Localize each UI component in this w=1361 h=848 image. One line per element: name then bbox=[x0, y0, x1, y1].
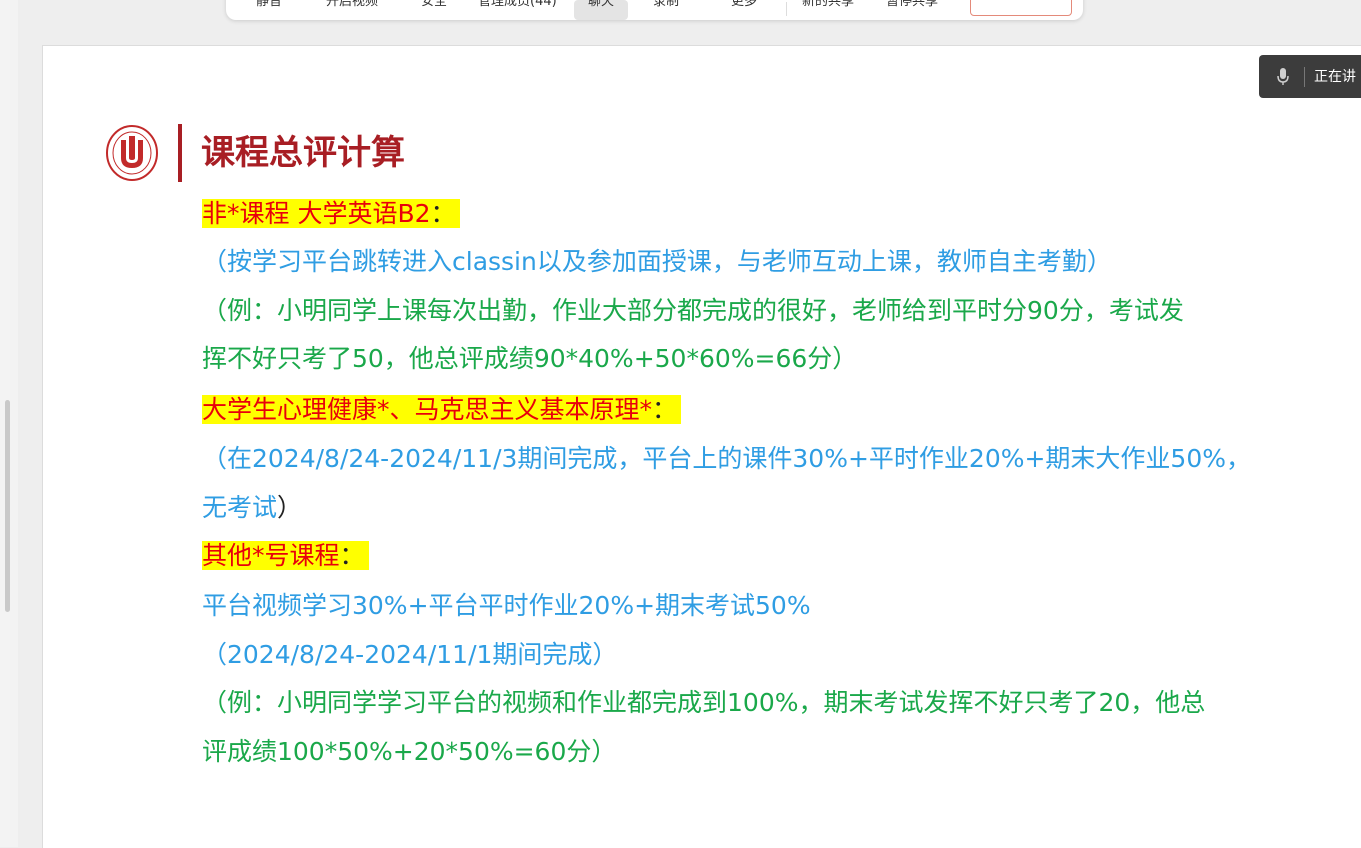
section-2-heading-text: 大学生心理健康*、马克思主义基本原理* bbox=[202, 395, 653, 424]
scrollbar-thumb[interactable] bbox=[5, 400, 10, 612]
microphone-icon bbox=[1277, 68, 1289, 85]
section-1-heading-text: 非*课程 大学英语B2 bbox=[202, 199, 431, 228]
colon: ： bbox=[339, 541, 365, 570]
more-button[interactable]: 更多 bbox=[731, 0, 763, 20]
pause-share-button[interactable]: 暂停共享 bbox=[886, 0, 946, 20]
section-3-period: （2024/8/24-2024/11/1期间完成） bbox=[202, 640, 618, 669]
section-2-description-text: 无考试 bbox=[202, 493, 278, 522]
slide-title: 课程总评计算 bbox=[201, 133, 405, 173]
stop-share-button[interactable] bbox=[970, 0, 1072, 16]
section-1-description: （按学习平台跳转进入classin以及参加面授课，与老师互动上课，教师自主考勤） bbox=[202, 247, 1112, 276]
speaking-label: 正在讲 bbox=[1314, 69, 1356, 85]
section-3-formula: 平台视频学习30%+平台平时作业20%+期末考试50% bbox=[202, 591, 811, 620]
security-button[interactable]: 安全 bbox=[421, 0, 451, 20]
section-3-heading: 其他*号课程： bbox=[202, 539, 369, 573]
indicator-divider bbox=[1304, 67, 1305, 87]
section-3-example-line-1: （例：小明同学学习平台的视频和作业都完成到100%，期末考试发挥不好只考了20，… bbox=[202, 688, 1206, 717]
start-video-button[interactable]: 开启视频 bbox=[326, 0, 386, 20]
section-2-heading: 大学生心理健康*、马克思主义基本原理*： bbox=[202, 393, 682, 427]
university-logo-icon bbox=[106, 125, 158, 181]
colon: ： bbox=[430, 199, 456, 228]
section-1-example-line-2: 挥不好只考了50，他总评成绩90*40%+50*60%=66分） bbox=[202, 344, 858, 373]
section-1-example-line-1: （例：小明同学上课每次出勤，作业大部分都完成的很好，老师给到平时分90分，考试发 bbox=[202, 296, 1184, 325]
section-1-heading: 非*课程 大学英语B2： bbox=[202, 197, 460, 231]
section-2-description-line-2: 无考试） bbox=[202, 491, 302, 525]
section-3-example-line-2: 评成绩100*50%+20*50%=60分） bbox=[202, 737, 617, 766]
chat-button[interactable]: 聊天 bbox=[574, 0, 628, 20]
colon: ： bbox=[652, 395, 678, 424]
closing-paren: ） bbox=[277, 493, 303, 522]
title-accent-bar bbox=[178, 124, 182, 182]
speaking-indicator: 正在讲 bbox=[1259, 55, 1361, 98]
record-button[interactable]: 录制 bbox=[653, 0, 685, 20]
new-share-button[interactable]: 新的共享 bbox=[802, 0, 862, 20]
toolbar-divider bbox=[786, 2, 787, 16]
section-2-description-line-1: （在2024/8/24-2024/11/3期间完成，平台上的课件30%+平时作业… bbox=[202, 444, 1251, 473]
meeting-toolbar: 静音 开启视频 安全 管理成员(44) 聊天 录制 更多 新的共享 暂停共享 bbox=[226, 0, 1083, 20]
manage-members-button[interactable]: 管理成员(44) bbox=[478, 0, 568, 20]
mute-button[interactable]: 静音 bbox=[256, 0, 286, 20]
section-3-heading-text: 其他*号课程 bbox=[202, 541, 340, 570]
left-scrollbar[interactable] bbox=[0, 0, 18, 847]
